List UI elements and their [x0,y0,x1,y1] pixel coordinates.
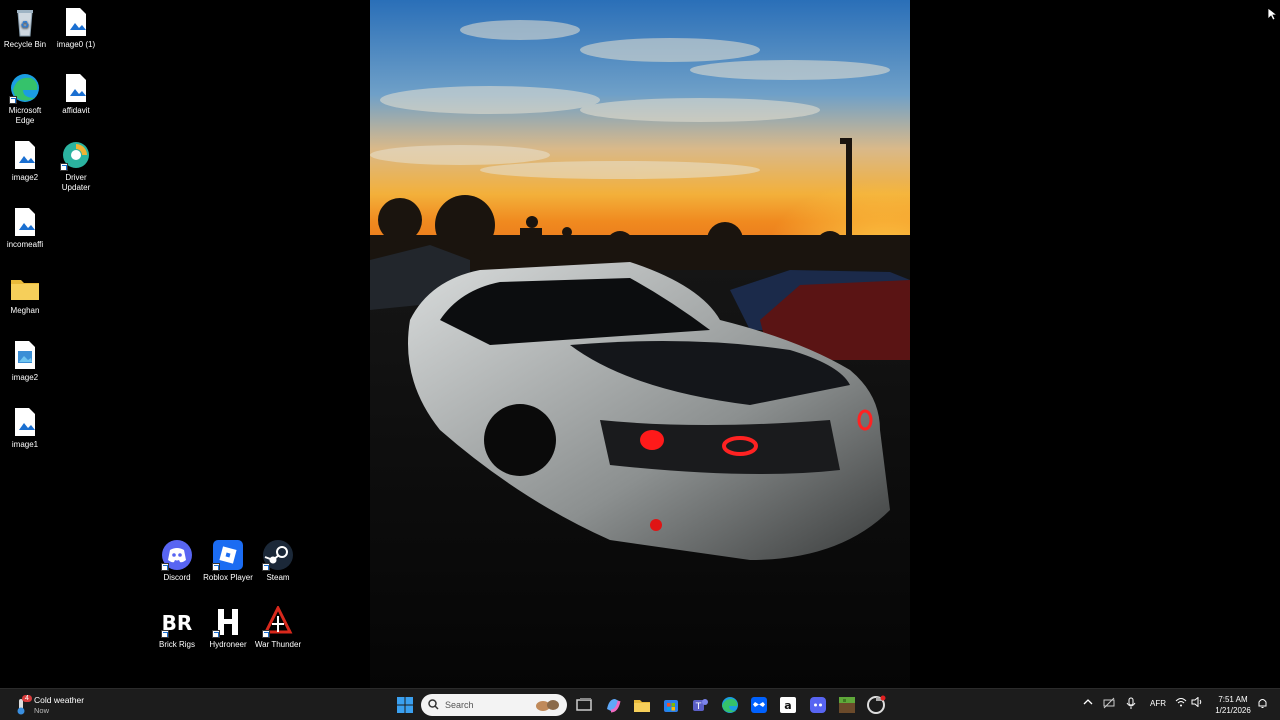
desktop-icon-recycle-bin[interactable]: ♻ Recycle Bin [0,6,50,50]
minecraft-button[interactable] [837,695,857,715]
clock-date: 1/21/2026 [1215,706,1251,715]
desktop-icon-roblox-player[interactable]: Roblox Player [203,539,253,583]
desktop-icon-war-thunder[interactable]: War Thunder [253,604,303,650]
edge-icon [9,72,41,104]
edge-taskbar-button[interactable] [720,695,740,715]
taskbar-search-input[interactable]: Search [421,694,567,716]
minecraft-icon [839,697,855,713]
war-thunder-icon [262,604,294,638]
teams-icon: T [693,699,708,712]
recycle-bin-icon: ♻ [9,6,41,38]
microsoft-store-button[interactable] [661,695,681,715]
start-button[interactable] [395,695,415,715]
image-file-icon [9,406,41,438]
image-file-icon [9,339,41,371]
start-icon [397,697,413,713]
image-file-icon [9,206,41,238]
taskbar: 4 Cold weather Now Search T a AFR 7:51 A… [0,688,1280,720]
tray-app-icon[interactable] [1103,697,1115,711]
file-explorer-button[interactable] [632,695,652,715]
weather-icon: 4 [12,695,32,715]
desktop-wallpaper [370,0,910,688]
discord-icon [161,539,193,571]
desktop-icon-microsoft-edge[interactable]: Microsoft Edge [0,72,50,126]
desktop-icon-image0[interactable]: image0 (1) [51,6,101,50]
teams-button[interactable]: T [690,695,710,715]
discord-taskbar-button[interactable] [808,695,828,715]
desktop-icon-image2-b[interactable]: image2 [0,339,50,383]
amazon-icon: a [780,697,796,713]
task-view-button[interactable] [574,695,594,715]
copilot-button[interactable] [603,695,623,715]
file-explorer-icon [634,700,650,712]
chrome-button[interactable] [866,695,886,715]
weather-widget[interactable]: 4 Cold weather Now [10,693,100,717]
desktop-icon-hydroneer[interactable]: Hydroneer [203,606,253,650]
weather-badge: 4 [22,695,32,702]
amazon-button[interactable]: a [778,695,798,715]
language-indicator[interactable]: AFR [1150,699,1166,708]
image-file-icon [60,6,92,38]
microsoft-store-icon [664,700,678,712]
volume-icon[interactable] [1191,696,1203,709]
driver-updater-icon [60,139,92,171]
chrome-icon [867,695,886,714]
desktop-icon-meghan[interactable]: Meghan [0,272,50,316]
weather-title: Cold weather [34,695,85,705]
search-placeholder: Search [445,700,474,710]
desktop-icon-driver-updater[interactable]: Driver Updater [51,139,101,193]
roblox-icon [212,539,244,571]
svg-text:♻: ♻ [21,20,30,31]
desktop-icon-image2[interactable]: image2 [0,139,50,183]
show-hidden-icons-chevron-icon[interactable] [1083,697,1093,709]
microphone-icon[interactable] [1126,697,1136,711]
hydroneer-icon [212,606,244,638]
image-file-icon [9,139,41,171]
task-view-icon [576,698,592,711]
dropbox-button[interactable] [749,695,769,715]
edge-icon [722,697,738,713]
taskbar-clock[interactable]: 7:51 AM 1/21/2026 [1208,694,1258,716]
dropbox-icon [751,697,767,713]
desktop-icon-discord[interactable]: Discord [152,539,202,583]
svg-text:T: T [695,702,702,712]
brick-rigs-icon: BR [161,606,193,638]
wifi-icon[interactable] [1175,697,1187,709]
steam-icon [262,539,294,571]
discord-icon [810,697,826,713]
folder-icon [9,272,41,304]
desktop-icon-image1[interactable]: image1 [0,406,50,450]
desktop-icon-brick-rigs[interactable]: BR Brick Rigs [152,606,202,650]
search-icon [428,699,439,712]
desktop-icon-steam[interactable]: Steam [253,539,303,583]
desktop-icon-affidavit[interactable]: affidavit [51,72,101,116]
mouse-cursor-icon [1267,7,1279,26]
desktop-icon-incomeaffi[interactable]: incomeaffi [0,206,50,250]
svg-text:a: a [784,699,791,712]
search-highlight-icon [535,697,561,715]
clock-time: 7:51 AM [1218,695,1248,704]
weather-subtitle: Now [34,706,50,715]
copilot-icon [607,699,621,713]
notification-icon[interactable] [1257,697,1268,711]
image-file-icon [60,72,92,104]
